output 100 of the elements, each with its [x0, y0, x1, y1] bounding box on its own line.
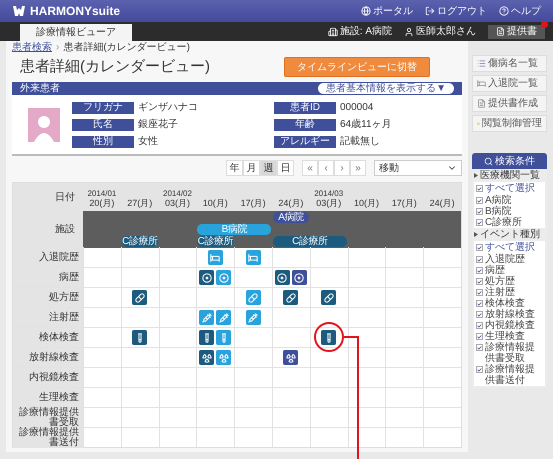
- event-tile[interactable]: [216, 310, 232, 325]
- event-tile[interactable]: [132, 290, 148, 305]
- check-icon: [477, 366, 482, 372]
- field-label: 氏名: [72, 118, 134, 130]
- tab[interactable]: 診療情報ビューア: [20, 24, 132, 41]
- nav-button[interactable]: »: [350, 160, 366, 176]
- show-info-button[interactable]: 患者基本情報を表示する▼: [318, 83, 454, 94]
- checkbox-label: 内視鏡検査: [485, 320, 535, 331]
- breadcrumb-link[interactable]: 患者検索: [12, 40, 52, 55]
- list-icon: [477, 59, 486, 68]
- logo-text: HARMONYsuite: [30, 3, 120, 20]
- jump-select[interactable]: 移動: [374, 160, 462, 176]
- document-icon: [477, 99, 486, 108]
- pill-icon: [134, 292, 145, 302]
- scale-button[interactable]: 月: [243, 160, 260, 176]
- bed-icon: [248, 252, 258, 262]
- header-link[interactable]: ポータル: [361, 4, 413, 18]
- logout-icon: [425, 6, 435, 16]
- radiation-icon: [286, 352, 296, 362]
- search-conditions-button[interactable]: 検索条件: [472, 153, 547, 169]
- field-label: 性別: [72, 136, 134, 148]
- side-button[interactable]: 閲覧制御管理: [472, 115, 547, 132]
- date-header: 24(月): [430, 198, 455, 209]
- checkbox[interactable]: [476, 267, 483, 274]
- header-link[interactable]: ログアウト: [425, 4, 487, 18]
- event-tile[interactable]: [246, 250, 261, 265]
- checkbox[interactable]: [476, 185, 483, 192]
- checkbox[interactable]: [476, 333, 483, 340]
- radiation-icon: [218, 352, 229, 362]
- event-tile[interactable]: [199, 310, 214, 325]
- event-tile[interactable]: [208, 250, 223, 265]
- event-tile[interactable]: [274, 270, 290, 285]
- event-tile[interactable]: [216, 330, 232, 345]
- event-tile[interactable]: [216, 350, 232, 365]
- checkbox[interactable]: [476, 219, 483, 226]
- bed-icon: [210, 252, 220, 262]
- checkbox[interactable]: [476, 197, 483, 204]
- event-tile[interactable]: [283, 350, 298, 365]
- event-tile[interactable]: [246, 290, 261, 305]
- scale-button[interactable]: 週: [260, 160, 277, 176]
- event-tile[interactable]: [292, 270, 307, 285]
- search-icon: [484, 156, 493, 166]
- checkbox[interactable]: [476, 289, 483, 296]
- checkbox-label: 診療情報提供書送付: [485, 364, 536, 386]
- scale-button[interactable]: 年: [226, 160, 243, 176]
- checkbox[interactable]: [476, 322, 483, 329]
- facility-bar[interactable]: C診療所: [272, 236, 347, 247]
- nav-button[interactable]: ‹: [318, 160, 334, 176]
- facility-bar[interactable]: C診療所: [122, 236, 158, 247]
- syringe-icon: [202, 312, 212, 322]
- scale-button[interactable]: 日: [277, 160, 294, 176]
- checkbox-label: C診療所: [485, 217, 522, 228]
- nav-button[interactable]: «: [302, 160, 318, 176]
- event-tile[interactable]: [199, 330, 214, 345]
- side-button[interactable]: 入退院一覧: [472, 75, 547, 92]
- event-tile[interactable]: [132, 330, 148, 345]
- checkbox[interactable]: [476, 256, 483, 263]
- field-value: 銀座花子: [138, 118, 178, 132]
- breadcrumb-separator: ›: [56, 41, 60, 55]
- row-label: 生理検査: [39, 392, 79, 402]
- event-tile[interactable]: [246, 310, 261, 325]
- field-label: アレルギー: [274, 136, 336, 148]
- checkbox-label: 入退院歴: [485, 254, 525, 265]
- checkbox[interactable]: [476, 208, 483, 215]
- header-link[interactable]: ヘルプ: [499, 4, 541, 18]
- event-tile[interactable]: [321, 330, 336, 345]
- nav-button[interactable]: ›: [334, 160, 350, 176]
- filter-group-title: 医療機関一覧: [480, 170, 540, 181]
- pill-icon: [286, 292, 296, 302]
- side-button[interactable]: 傷病名一覧: [472, 55, 547, 72]
- date-header: 03(月): [316, 198, 342, 209]
- pill-icon: [324, 292, 334, 302]
- checkbox[interactable]: [476, 244, 483, 251]
- field-value: 女性: [138, 134, 158, 149]
- checkbox[interactable]: [476, 278, 483, 285]
- side-button[interactable]: 提供書作成: [472, 95, 547, 112]
- row-label: 放射線検査: [29, 352, 79, 362]
- event-tile[interactable]: [216, 270, 232, 285]
- checkbox[interactable]: [476, 300, 483, 307]
- date-header: 03(月): [164, 198, 190, 209]
- row-label: 入退院歴: [39, 252, 79, 262]
- disc-icon: [294, 272, 304, 282]
- document-icon: [496, 27, 505, 36]
- facility-label: 施設: A病院: [340, 24, 392, 39]
- documents-button[interactable]: 提供書: [488, 24, 545, 38]
- globe-icon: [361, 6, 371, 16]
- event-tile[interactable]: [199, 270, 214, 285]
- row-label: 処方歴: [49, 292, 79, 302]
- filter-group-title: イベント種別: [480, 229, 540, 240]
- date-header: 24(月): [278, 198, 304, 209]
- event-tile[interactable]: [321, 290, 336, 305]
- radiation-icon: [202, 352, 212, 362]
- checkbox[interactable]: [476, 366, 483, 373]
- event-tile[interactable]: [199, 350, 214, 365]
- checkbox[interactable]: [476, 344, 483, 351]
- checkbox-label: すべて選択: [485, 183, 535, 194]
- facility-bar[interactable]: A病院: [272, 212, 309, 223]
- checkbox[interactable]: [476, 311, 483, 318]
- facility-bar[interactable]: C診療所: [197, 236, 234, 247]
- event-tile[interactable]: [283, 290, 298, 305]
